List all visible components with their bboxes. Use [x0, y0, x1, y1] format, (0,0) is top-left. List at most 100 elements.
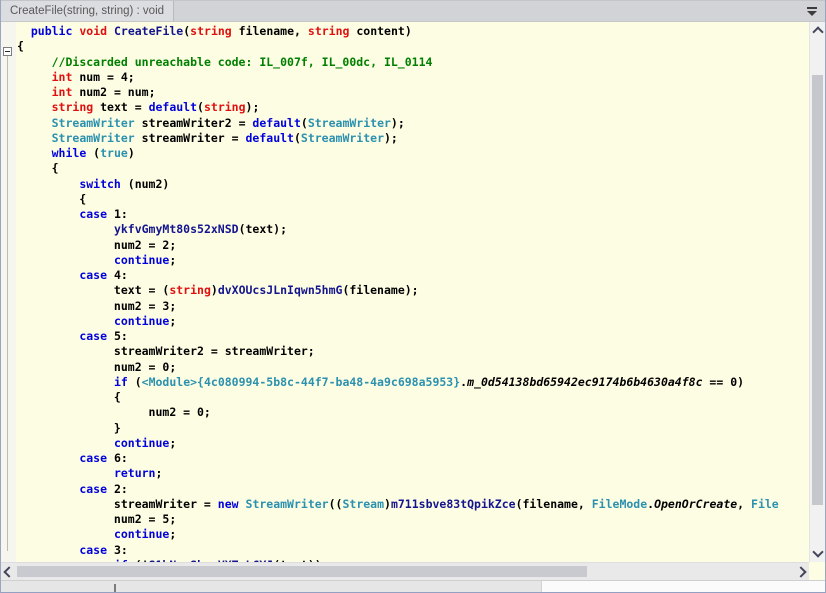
code-line: switch (num2): [17, 177, 811, 192]
code-token: 4:: [107, 268, 128, 282]
code-line: string text = default(string);: [17, 100, 811, 115]
code-token: while: [52, 146, 87, 160]
tab-bar: CreateFile(string, string) : void: [1, 0, 825, 22]
code-token: case: [79, 329, 107, 343]
code-token: default: [246, 131, 294, 145]
code-token: case: [79, 451, 107, 465]
code-token: streamWriter =: [135, 131, 246, 145]
code-token: [17, 24, 31, 38]
code-line: while (true): [17, 146, 811, 161]
code-token: content): [349, 24, 411, 38]
code-token: );: [391, 116, 405, 130]
code-token: [17, 527, 114, 541]
code-token: [17, 55, 52, 69]
scroll-right-arrow-icon[interactable]: [793, 563, 809, 581]
code-token: 3:: [107, 543, 128, 557]
code-token: [17, 451, 79, 465]
collapse-toggle-icon[interactable]: [3, 47, 12, 56]
decompiler-window: CreateFile(string, string) : void public…: [0, 0, 826, 593]
vertical-scrollbar[interactable]: [809, 22, 825, 562]
code-token: default: [252, 116, 300, 130]
code-token: num2 = 3;: [17, 299, 176, 313]
code-line: {: [17, 39, 811, 54]
code-token: <Module>{4c080994-5b8c-44f7-ba48-4a9c698…: [142, 375, 461, 389]
code-token: {: [17, 161, 59, 175]
code-line: int num = 4;: [17, 70, 811, 85]
code-line: num2 = 3;: [17, 299, 811, 314]
code-token: [17, 70, 52, 84]
horizontal-scrollbar[interactable]: [1, 562, 811, 580]
horizontal-scrollbar-thumb[interactable]: [17, 566, 587, 577]
code-token: switch: [79, 177, 121, 191]
code-token: [17, 543, 79, 557]
code-token: ;: [169, 314, 176, 328]
code-token: [17, 482, 79, 496]
code-token: case: [79, 482, 107, 496]
code-line: continue;: [17, 314, 811, 329]
code-line: case 2:: [17, 482, 811, 497]
scroll-down-arrow-icon[interactable]: [810, 544, 826, 560]
code-token: StreamWriter: [246, 497, 329, 511]
code-token: if: [114, 375, 128, 389]
code-token: FileMode: [592, 497, 647, 511]
code-token: );: [246, 100, 260, 114]
code-token: (: [197, 100, 204, 114]
code-token: 2:: [107, 482, 128, 496]
code-token: [17, 146, 52, 160]
code-token: string: [52, 100, 94, 114]
code-token: text = (: [17, 283, 169, 297]
code-editor[interactable]: public void CreateFile(string filename, …: [17, 22, 811, 564]
code-token: [17, 436, 114, 450]
code-token: ((: [329, 497, 343, 511]
code-token: string: [169, 283, 211, 297]
code-token: num2 = 0;: [17, 360, 176, 374]
code-token: {: [17, 390, 121, 404]
code-token: num2 = 5;: [17, 512, 176, 526]
code-token: ,: [737, 497, 751, 511]
code-token: public: [31, 24, 73, 38]
window-list-triangle: [807, 11, 817, 16]
tab-createfile[interactable]: CreateFile(string, string) : void: [1, 1, 174, 21]
code-token: [17, 329, 79, 343]
code-line: if (<Module>{4c080994-5b8c-44f7-ba48-4a9…: [17, 375, 811, 390]
code-line: {: [17, 390, 811, 405]
code-token: ;: [155, 466, 162, 480]
code-token: continue: [114, 527, 169, 541]
scrollbar-corner: [809, 562, 825, 580]
code-line: ykfvGmyMt80s52xNSD(text);: [17, 222, 811, 237]
code-token: true: [100, 146, 128, 160]
code-token: continue: [114, 314, 169, 328]
code-token: default: [149, 100, 197, 114]
code-token: string: [308, 24, 350, 38]
code-token: );: [384, 131, 398, 145]
code-token: num = 4;: [72, 70, 134, 84]
code-line: case 3:: [17, 543, 811, 558]
code-token: text =: [93, 100, 148, 114]
window-list-dropdown-icon[interactable]: [806, 7, 818, 17]
code-token: ;: [169, 527, 176, 541]
scroll-left-arrow-icon[interactable]: [1, 563, 17, 581]
vertical-scrollbar-thumb[interactable]: [812, 75, 823, 505]
fold-guide-line: [7, 55, 8, 551]
code-token: StreamWriter: [301, 131, 384, 145]
code-token: StreamWriter: [308, 116, 391, 130]
code-token: [239, 497, 246, 511]
code-token: ): [128, 146, 135, 160]
code-token: (: [128, 375, 142, 389]
code-token: ;: [169, 253, 176, 267]
code-token: new: [218, 497, 239, 511]
code-token: case: [79, 207, 107, 221]
tab-title: CreateFile(string, string) : void: [10, 5, 164, 17]
code-token: == 0): [703, 375, 745, 389]
code-line: num2 = 0;: [17, 360, 811, 375]
code-token: Stream: [342, 497, 384, 511]
code-line: continue;: [17, 253, 811, 268]
code-content: public void CreateFile(string filename, …: [17, 24, 811, 564]
scroll-up-arrow-icon[interactable]: [810, 24, 826, 40]
code-token: OpenOrCreate: [654, 497, 737, 511]
code-token: case: [79, 543, 107, 557]
fold-gutter: [1, 22, 16, 562]
code-token: [17, 85, 52, 99]
code-token: [107, 24, 114, 38]
code-token: dvXOUcsJLnIqwn5hmG: [218, 283, 343, 297]
